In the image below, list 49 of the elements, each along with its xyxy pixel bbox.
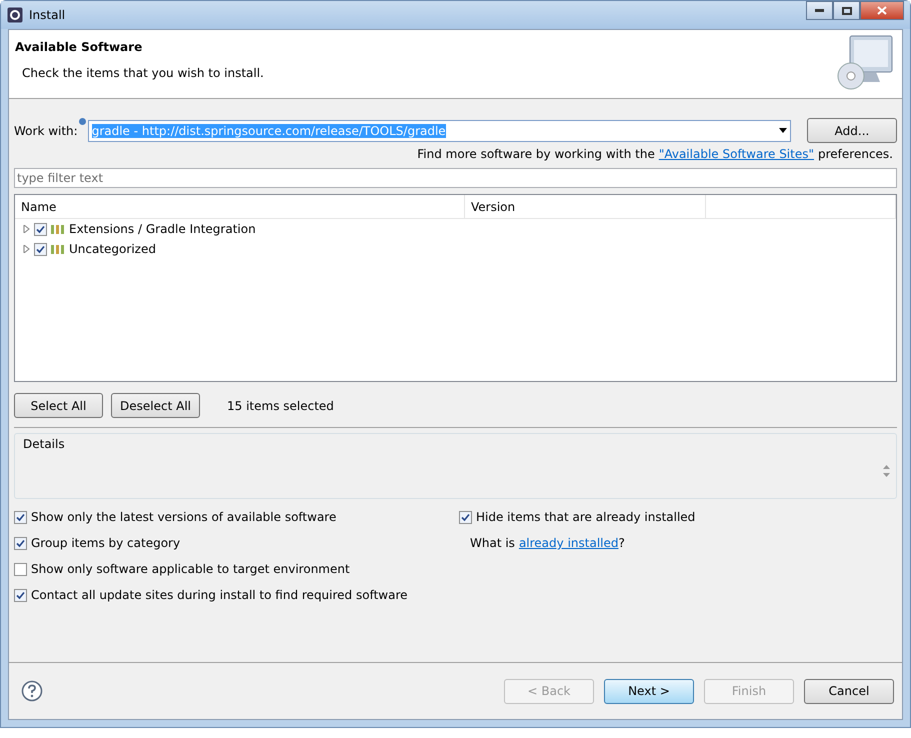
option-label[interactable]: Hide items that are already installed bbox=[476, 510, 696, 524]
computer-disc-icon bbox=[836, 34, 894, 92]
details-title: Details bbox=[23, 437, 65, 451]
option-label[interactable]: Show only software applicable to target environment bbox=[31, 562, 350, 576]
checkbox[interactable] bbox=[14, 562, 27, 576]
window-title: Install bbox=[29, 8, 66, 22]
hint-text: preferences. bbox=[818, 147, 893, 161]
maximize-button[interactable] bbox=[833, 1, 860, 20]
checkbox[interactable] bbox=[34, 222, 47, 236]
tree-item-label[interactable]: Extensions / Gradle Integration bbox=[69, 222, 256, 236]
page-subtitle: Check the items that you wish to install. bbox=[22, 66, 265, 80]
hint-text: Find more software by working with the bbox=[417, 147, 655, 161]
option-label[interactable]: Group items by category bbox=[31, 536, 180, 550]
what-is-text: What is bbox=[470, 536, 515, 550]
expand-arrow-icon[interactable] bbox=[23, 245, 30, 253]
checkbox[interactable] bbox=[14, 510, 27, 524]
filter-field[interactable]: type filter text bbox=[14, 168, 897, 188]
checkbox[interactable] bbox=[34, 242, 47, 256]
option-label[interactable]: Show only the latest versions of available software bbox=[31, 510, 336, 524]
info-icon bbox=[78, 118, 86, 124]
wizard-button[interactable]: Cancel bbox=[804, 678, 894, 704]
selection-count: 15 items selected bbox=[227, 398, 334, 412]
column-header[interactable]: Name bbox=[15, 195, 465, 218]
minimize-button[interactable] bbox=[806, 1, 833, 20]
help-icon[interactable] bbox=[21, 680, 43, 702]
wizard-button[interactable]: Next > bbox=[604, 678, 694, 704]
category-icon bbox=[51, 224, 65, 234]
category-icon bbox=[51, 244, 65, 254]
question-mark-text: ? bbox=[618, 536, 625, 550]
dropdown-arrow-icon bbox=[779, 128, 787, 133]
available-software-sites-link[interactable]: "Available Software Sites" bbox=[658, 147, 814, 161]
column-header[interactable]: Version bbox=[465, 195, 706, 218]
option-label[interactable]: Contact all update sites during install to find required software bbox=[31, 588, 408, 602]
deselect-all-button[interactable]: Deselect All bbox=[111, 393, 200, 418]
close-icon bbox=[877, 6, 887, 15]
tree-item-label[interactable]: Uncategorized bbox=[69, 242, 156, 256]
expand-arrow-icon[interactable] bbox=[23, 225, 30, 233]
maximize-icon bbox=[842, 6, 852, 14]
checkbox[interactable] bbox=[14, 588, 27, 602]
page-title: Available Software bbox=[15, 40, 144, 54]
work-with-label: Work with: bbox=[14, 124, 78, 138]
select-all-button[interactable]: Select All bbox=[14, 393, 103, 418]
minimize-icon bbox=[815, 9, 824, 12]
checkbox[interactable] bbox=[14, 536, 27, 550]
app-icon bbox=[7, 7, 23, 23]
already-installed-link[interactable]: already installed bbox=[518, 536, 618, 550]
add-button[interactable]: Add... bbox=[807, 118, 897, 143]
checkbox[interactable] bbox=[459, 510, 472, 524]
close-button[interactable] bbox=[860, 1, 904, 20]
